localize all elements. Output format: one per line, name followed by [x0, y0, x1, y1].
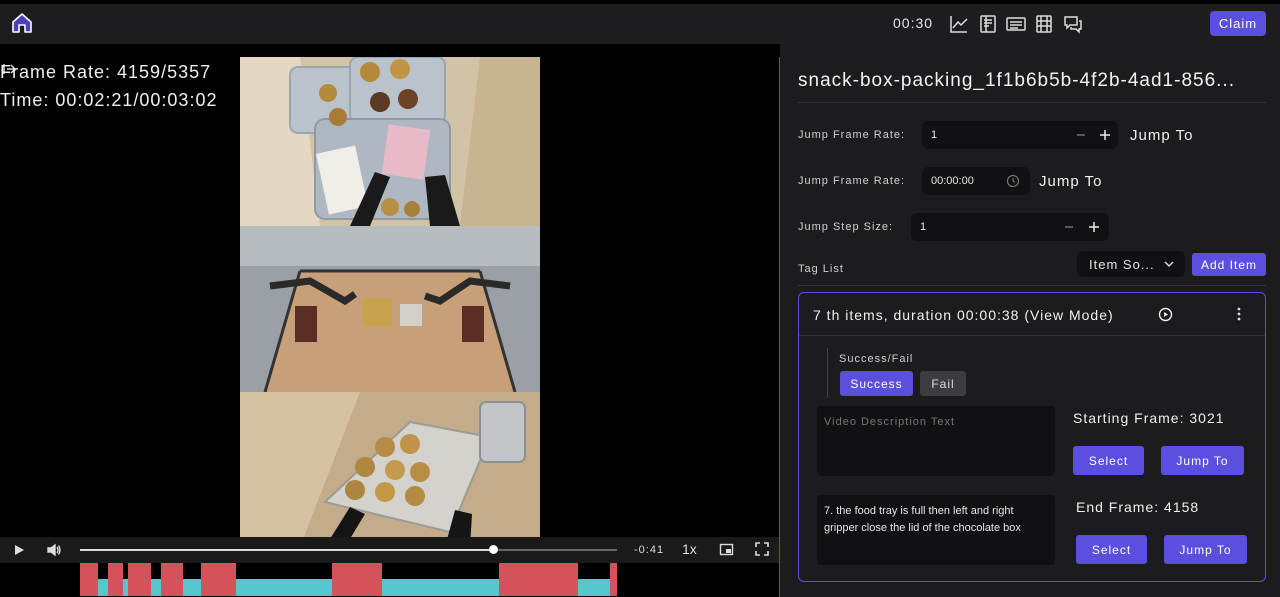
starting-frame-readout: Starting Frame: 3021 — [1073, 410, 1225, 426]
playback-speed[interactable]: 1x — [682, 541, 697, 557]
seek-bar-progress — [80, 549, 494, 551]
camera-view-middle — [240, 226, 540, 392]
more-options-icon[interactable] — [1235, 306, 1243, 322]
remaining-time: -0:41 — [634, 544, 665, 556]
chevron-down-icon — [1163, 259, 1175, 269]
chat-icon[interactable] — [1062, 13, 1084, 35]
jump-frame-label: Jump Frame Rate: — [798, 129, 906, 141]
title-divider — [798, 102, 1266, 103]
starting-frame-label: Starting Frame: — [1073, 410, 1185, 426]
tag-segment[interactable] — [200, 563, 236, 596]
jump-time-value: 00:00:00 — [931, 175, 974, 187]
jump-frame-value: 1 — [931, 129, 938, 141]
table-icon[interactable] — [1033, 13, 1055, 35]
jump-step-label: Jump Step Size: — [798, 221, 894, 233]
card-header-divider — [799, 335, 1265, 336]
video-description-input[interactable] — [817, 406, 1055, 476]
video-controls: -0:41 1x — [0, 537, 779, 563]
seek-bar-handle[interactable] — [489, 545, 499, 554]
tag-list-divider — [798, 285, 1266, 286]
jump-end-button[interactable]: Jump To — [1164, 535, 1247, 564]
claim-button[interactable]: Claim — [1210, 11, 1266, 36]
home-icon[interactable] — [10, 11, 34, 35]
add-item-button[interactable]: Add Item — [1192, 253, 1266, 276]
fullscreen-icon[interactable] — [755, 542, 769, 556]
select-end-button[interactable]: Select — [1076, 535, 1147, 564]
tag-segment[interactable] — [498, 563, 578, 596]
minus-icon[interactable] — [1074, 128, 1088, 142]
camera-view-bottom — [240, 392, 540, 547]
minus-icon[interactable] — [1062, 220, 1076, 234]
jump-step-input[interactable]: 1 — [911, 213, 1109, 241]
jump-time-label: Jump Frame Rate: — [798, 175, 906, 187]
document-icon[interactable] — [977, 13, 999, 35]
clock-icon[interactable] — [1006, 174, 1020, 188]
fail-button[interactable]: Fail — [920, 371, 966, 396]
picture-in-picture-icon[interactable] — [719, 542, 734, 557]
camera-frames — [240, 57, 540, 547]
tag-item-header: 7 th items, duration 00:00:38 (View Mode… — [813, 307, 1114, 323]
jump-frame-input[interactable]: 1 — [922, 121, 1118, 149]
plus-icon[interactable] — [1086, 219, 1102, 235]
subtitles-icon[interactable] — [1005, 13, 1027, 35]
success-fail-group-bar — [827, 348, 828, 398]
tag-item-card: 7 th items, duration 00:00:38 (View Mode… — [798, 292, 1266, 582]
success-fail-label: Success/Fail — [839, 353, 914, 365]
tag-list-label: Tag List — [798, 263, 844, 275]
item-sort-value: Item So... — [1089, 257, 1155, 272]
end-frame-readout: End Frame: 4158 — [1076, 499, 1199, 515]
success-button[interactable]: Success — [840, 371, 913, 396]
seek-bar[interactable] — [80, 545, 617, 554]
tag-segment[interactable] — [107, 563, 123, 596]
session-timer: 00:30 — [893, 15, 934, 31]
play-icon[interactable] — [12, 542, 26, 558]
side-panel: snack-box-packing_1f1b6b5b-4f2b-4ad1-856… — [780, 44, 1280, 597]
tag-timeline[interactable] — [80, 563, 617, 596]
item-sort-select[interactable]: Item So... — [1077, 251, 1185, 277]
episode-title: snack-box-packing_1f1b6b5b-4f2b-4ad1-856… — [798, 70, 1235, 91]
jump-time-input[interactable]: 00:00:00 — [922, 167, 1030, 195]
play-circle-icon[interactable] — [1158, 307, 1173, 322]
jump-time-button[interactable]: Jump To — [1039, 173, 1102, 190]
camera-view-top — [240, 57, 540, 226]
tag-segment[interactable] — [80, 563, 99, 596]
select-start-button[interactable]: Select — [1073, 446, 1144, 475]
jump-step-value: 1 — [920, 221, 927, 233]
instruction-text-input[interactable]: 7. the food tray is full then left and r… — [817, 495, 1055, 565]
volume-icon[interactable] — [46, 542, 62, 558]
tag-segment[interactable] — [610, 563, 617, 596]
video-player[interactable]: Frame Rate: 4159/5357 Time: 00:02:21/00:… — [0, 44, 779, 597]
starting-frame-value: 3021 — [1189, 410, 1225, 426]
top-bar: 00:30 Claim — [0, 0, 1280, 44]
tag-segment[interactable] — [160, 563, 184, 596]
frame-rate-overlay: Frame Rate: 4159/5357 — [0, 62, 212, 82]
tag-segment[interactable] — [127, 563, 151, 596]
line-chart-icon[interactable] — [948, 13, 970, 35]
tag-segment[interactable] — [332, 563, 383, 596]
time-overlay: Time: 00:02:21/00:03:02 — [0, 90, 218, 110]
end-frame-value: 4158 — [1164, 499, 1200, 515]
end-frame-label: End Frame: — [1076, 499, 1160, 515]
jump-start-button[interactable]: Jump To — [1161, 446, 1244, 475]
plus-icon[interactable] — [1097, 127, 1113, 143]
jump-frame-button[interactable]: Jump To — [1130, 127, 1193, 144]
